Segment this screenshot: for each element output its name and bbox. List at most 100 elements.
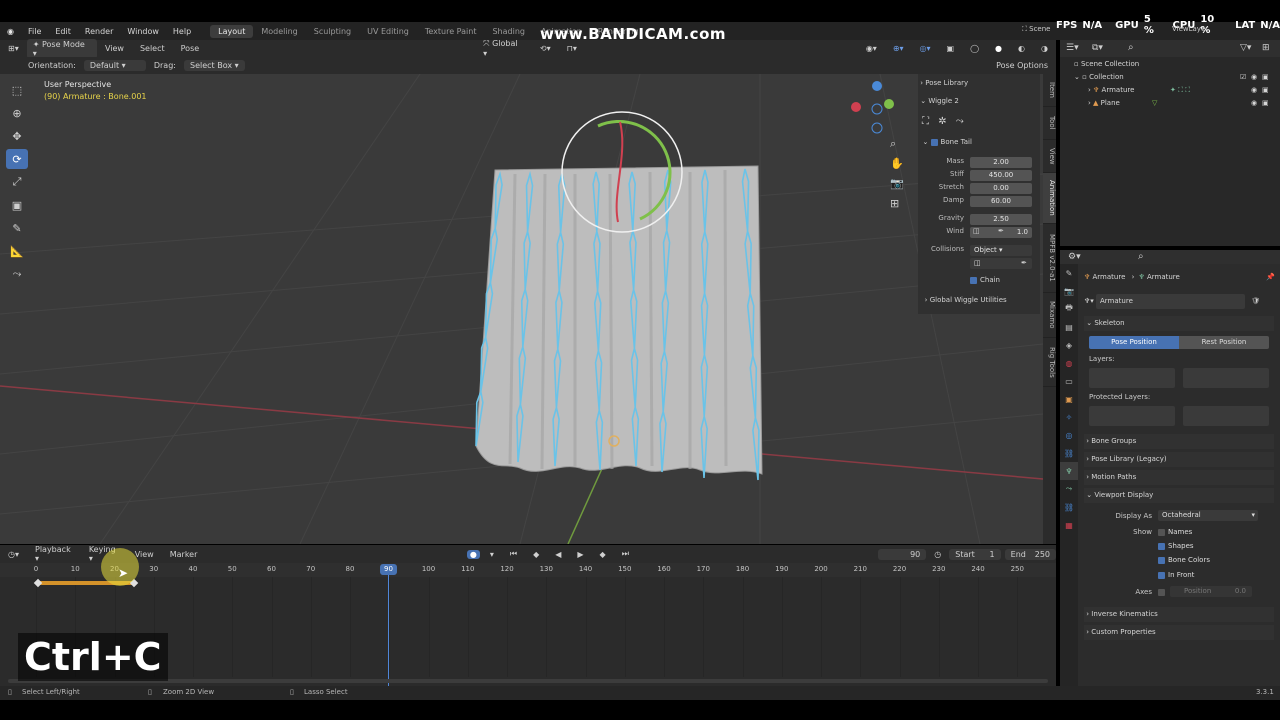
menu-render[interactable]: Render [78,27,120,36]
axes-checkbox[interactable] [1158,588,1165,596]
drag-dropdown[interactable]: Select Box ▾ [183,60,245,71]
pose-options-button[interactable]: Pose Options [990,60,1054,71]
nav-gizmo-x[interactable] [851,102,861,112]
move-tool-icon[interactable]: ✥ [6,126,28,146]
custom-properties-panel-header[interactable]: › Custom Properties [1084,625,1274,640]
render-props-tab-icon[interactable]: 📷 [1060,282,1078,300]
plane-visibility-icon[interactable]: ◉ [1251,97,1257,110]
orientation-dropdown[interactable]: Default ▾ [83,60,146,71]
preview-range-icon[interactable]: ◷ [928,549,947,560]
timeline-editor-icon[interactable]: ◷▾ [2,549,25,560]
viewlayer-selector[interactable]: ViewLayer [1172,25,1208,33]
show-names-toggle[interactable]: Names [1158,528,1192,536]
wind-eyedropper-icon[interactable]: ✒ [998,227,1004,235]
snap-icon[interactable]: ⊓▾ [561,43,583,54]
armature-datablock-icon[interactable]: ♆▾ [1084,297,1096,305]
sidebar-tab-rig-tools[interactable]: Rig Tools [1043,338,1056,387]
layers-grid-right[interactable] [1183,368,1269,388]
bone-colors-checkbox[interactable] [1158,556,1165,564]
auto-keying-icon[interactable]: ● [466,549,480,559]
shading-material-icon[interactable]: ◐ [1012,43,1031,54]
sidebar-tab-mpfb[interactable]: MPFB v2.0-a1 [1043,224,1056,293]
armature-visibility-icon[interactable]: ◉ [1251,84,1257,97]
overlay-icon[interactable]: ◎▾ [914,43,937,54]
select-menu[interactable]: Select [134,43,171,54]
transform-tool-icon[interactable]: ▣ [6,195,28,215]
sidebar-tab-tool[interactable]: Tool [1043,107,1056,140]
outliner-row-scene-collection[interactable]: ▫ Scene Collection [1060,58,1280,71]
collisions-dropdown[interactable]: Object ▾ [970,245,1032,256]
nav-gizmo-y[interactable] [884,99,894,109]
nav-gizmo-z[interactable] [872,81,882,91]
display-as-dropdown[interactable]: Octahedral ▾ [1158,510,1258,521]
show-shapes-toggle[interactable]: Shapes [1158,542,1194,550]
rest-position-button[interactable]: Rest Position [1179,336,1269,349]
in-front-checkbox[interactable] [1158,571,1165,579]
wind-object-icon[interactable]: ◫ [973,227,980,235]
prev-keyframe-icon[interactable]: ◆ [527,549,545,560]
mass-field[interactable]: 2.00 [970,157,1032,168]
world-tab-icon[interactable]: ◍ [1060,354,1078,372]
scene-tab-icon[interactable]: ◈ [1060,336,1078,354]
blender-logo-icon[interactable]: ◉ [0,27,21,36]
outliner-filter-icon[interactable]: ▽▾ [1240,43,1251,53]
annotate-tool-icon[interactable]: ✎ [6,218,28,238]
shading-render-icon[interactable]: ◑ [1035,43,1054,54]
bone-groups-panel-header[interactable]: › Bone Groups [1084,434,1274,449]
menu-help[interactable]: Help [166,27,198,36]
view-menu[interactable]: View [99,43,130,54]
keying-set-icon[interactable]: ▾ [484,549,500,560]
scale-tool-icon[interactable]: ⤢ [6,172,28,192]
workspace-tab-shading[interactable]: Shading [484,25,533,38]
viewport-display-panel-header[interactable]: ⌄ Viewport Display [1084,488,1274,503]
chain-toggle[interactable]: Chain [918,276,1040,284]
sidebar-tab-view[interactable]: View [1043,140,1056,173]
play-icon[interactable]: ▶ [571,549,589,560]
cursor-tool-icon[interactable]: ⊕ [6,103,28,123]
shading-solid-icon[interactable]: ● [989,43,1008,54]
sidebar-tab-mixamo[interactable]: Mixamo [1043,293,1056,338]
collection-render-icon[interactable]: ▣ [1262,71,1269,84]
collection-tab-icon[interactable]: ▭ [1060,372,1078,390]
shading-wireframe-icon[interactable]: ◯ [964,43,985,54]
mode-dropdown[interactable]: ✦ Pose Mode ▾ [26,38,97,59]
workspace-tab-texture-paint[interactable]: Texture Paint [417,25,485,38]
playhead-frame-indicator[interactable]: 90 [380,564,397,575]
bone-constraint-tab-icon[interactable]: ⛓ [1060,498,1078,516]
armature-render-icon[interactable]: ▣ [1262,84,1269,97]
outliner-display-mode-icon[interactable]: ⧉▾ [1092,43,1103,53]
current-frame-field[interactable]: 90 [878,548,927,560]
names-checkbox[interactable] [1158,528,1165,536]
collision-eyedropper-icon[interactable]: ✒ [1021,259,1027,267]
view-layer-tab-icon[interactable]: ▤ [1060,318,1078,336]
end-frame-field[interactable]: End 250 [1004,548,1057,560]
next-keyframe-icon[interactable]: ◆ [594,549,612,560]
modifier-tab-icon[interactable]: ✧ [1060,408,1078,426]
show-in-front-toggle[interactable]: In Front [1158,571,1194,579]
texture-tab-icon[interactable]: ▦ [1060,516,1078,534]
protected-layers-grid[interactable] [1089,406,1269,426]
gravity-field[interactable]: 2.50 [970,214,1032,225]
3d-viewport[interactable]: User Perspective (90) Armature : Bone.00… [0,74,1043,544]
constraints-tab-icon[interactable]: ⛓ [1060,444,1078,462]
shapes-checkbox[interactable] [1158,542,1165,550]
outliner-row-armature[interactable]: › ♆ Armature ✦ ⛶ ⛶ ◉ ▣ [1060,84,1280,97]
pan-hand-icon[interactable]: ✋ [890,157,904,170]
pose-tool-icon[interactable]: ⤳ [6,264,28,284]
camera-view-icon[interactable]: 📷 [890,177,904,190]
physics-tab-icon[interactable]: ◎ [1060,426,1078,444]
sidebar-tab-animation[interactable]: Animation [1043,173,1056,224]
pose-menu[interactable]: Pose [175,43,206,54]
wiggle-reset-icon[interactable]: ✲ [938,116,946,127]
jump-start-icon[interactable]: ⏮ [504,548,523,560]
skeleton-panel-header[interactable]: ⌄ Skeleton [1084,316,1274,331]
menu-edit[interactable]: Edit [48,27,78,36]
pose-position-button[interactable]: Pose Position [1089,336,1179,349]
play-reverse-icon[interactable]: ◀ [549,549,567,560]
outliner-row-plane[interactable]: › ▲ Plane ▽ ◉ ▣ [1060,97,1280,110]
transform-orientation-dropdown[interactable]: ⤧ Global ▾ [477,38,530,59]
pin-icon[interactable]: 📌 [1266,270,1275,285]
bone-tail-checkbox[interactable] [930,138,938,146]
jump-end-icon[interactable]: ⏭ [616,548,635,560]
wiggle-bake-icon[interactable]: ⛶ [922,116,929,127]
